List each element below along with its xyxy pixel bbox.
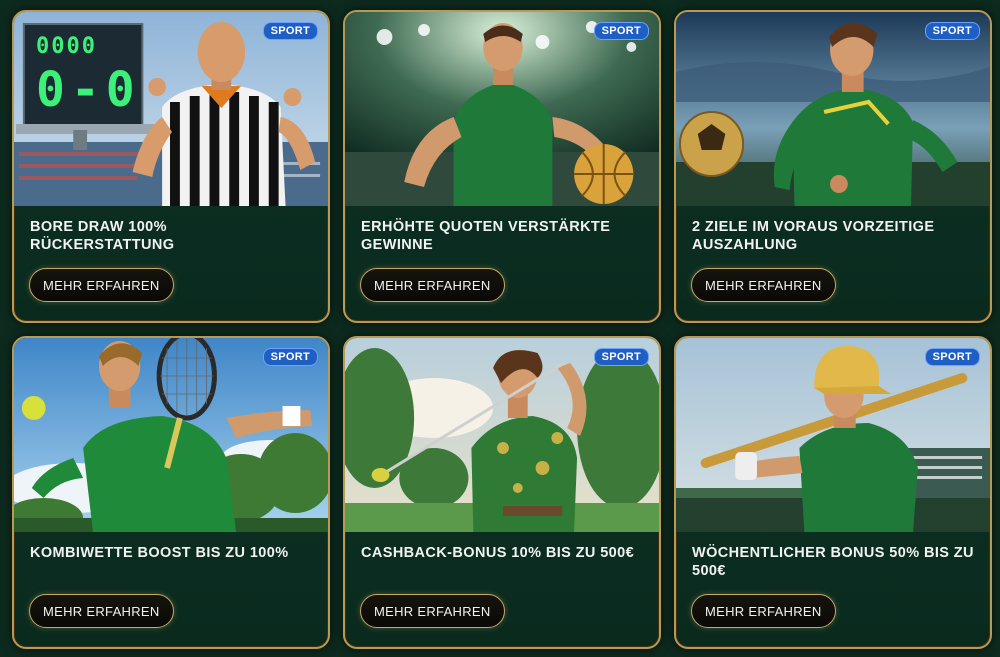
promo-title: 2 ZIELE IM VORAUS VORZEITIGE AUSZAHLUNG	[692, 219, 935, 253]
sport-badge: SPORT	[924, 348, 980, 366]
promo-image-baseball	[676, 338, 990, 532]
sport-badge: SPORT	[593, 22, 649, 40]
scoreboard-score: 0-0	[36, 62, 141, 118]
promo-card-cashback[interactable]: SPORT CASHBACK-BONUS 10% BIS ZU 500€ MEH…	[343, 336, 661, 649]
promo-title: CASHBACK-BONUS 10% BIS ZU 500€	[361, 545, 635, 561]
promo-title: ERHÖHTE QUOTEN VERSTÄRKTE GEWINNE	[361, 219, 611, 253]
learn-more-button[interactable]: MEHR ERFAHREN	[360, 594, 505, 628]
scoreboard-top-digits: 0000	[36, 34, 97, 59]
promo-image-football	[676, 12, 990, 206]
promo-title: BORE DRAW 100% RÜCKERSTATTUNG	[30, 219, 175, 253]
promo-image-tennis	[14, 338, 328, 532]
promo-card-boosted-odds[interactable]: SPORT ERHÖHTE QUOTEN VERSTÄRKTE GEWINNE …	[343, 10, 661, 323]
promo-card-bore-draw[interactable]: 0000 0-0 SPORT BORE DRAW 100% RÜCKERSTAT…	[12, 10, 330, 323]
promo-image-basketball	[345, 12, 659, 206]
sport-badge: SPORT	[262, 22, 318, 40]
learn-more-button[interactable]: MEHR ERFAHREN	[691, 268, 836, 302]
promo-card-combo-boost[interactable]: SPORT KOMBIWETTE BOOST BIS ZU 100% MEHR …	[12, 336, 330, 649]
learn-more-button[interactable]: MEHR ERFAHREN	[691, 594, 836, 628]
learn-more-button[interactable]: MEHR ERFAHREN	[29, 268, 174, 302]
sport-badge: SPORT	[262, 348, 318, 366]
promo-image-golf	[345, 338, 659, 532]
sport-badge: SPORT	[924, 22, 980, 40]
promo-card-two-goals-ahead[interactable]: SPORT 2 ZIELE IM VORAUS VORZEITIGE AUSZA…	[674, 10, 992, 323]
promo-title: KOMBIWETTE BOOST BIS ZU 100%	[30, 545, 289, 561]
promotions-grid: 0000 0-0 SPORT BORE DRAW 100% RÜCKERSTAT…	[0, 0, 1000, 657]
learn-more-button[interactable]: MEHR ERFAHREN	[360, 268, 505, 302]
promo-title: WÖCHENTLICHER BONUS 50% BIS ZU 500€	[692, 545, 974, 579]
promo-card-weekly-bonus[interactable]: SPORT WÖCHENTLICHER BONUS 50% BIS ZU 500…	[674, 336, 992, 649]
sport-badge: SPORT	[593, 348, 649, 366]
learn-more-button[interactable]: MEHR ERFAHREN	[29, 594, 174, 628]
